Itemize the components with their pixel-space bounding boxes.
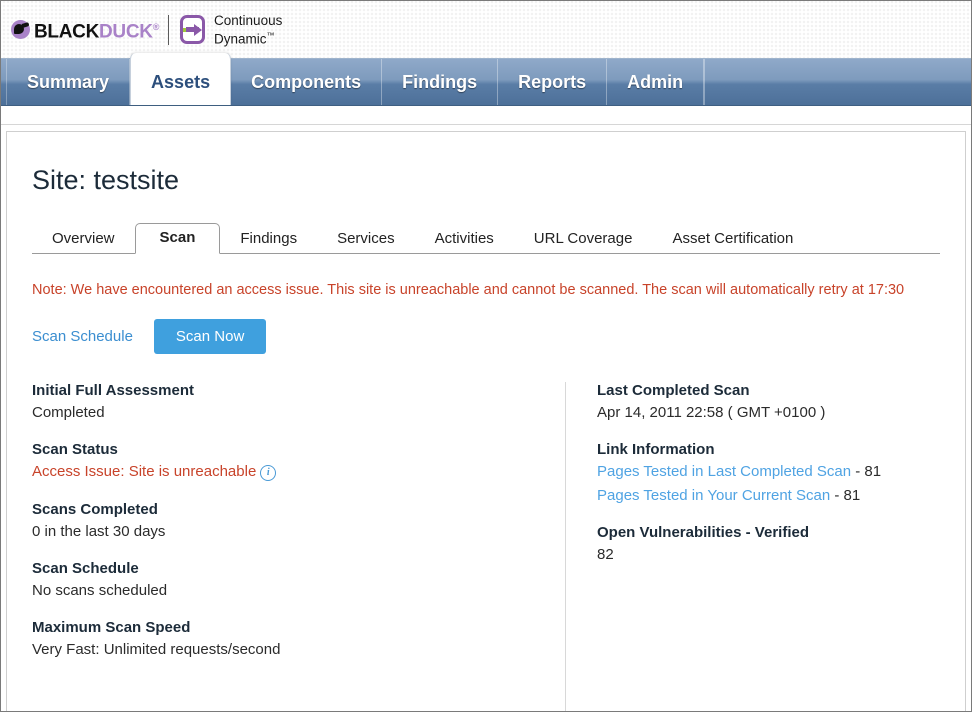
field-scan-schedule: Scan Schedule No scans scheduled — [32, 560, 565, 599]
scan-status-label: Scan Status — [32, 441, 118, 458]
link-information-label: Link Information — [597, 441, 715, 458]
blackduck-duck-icon — [11, 20, 30, 39]
pages-tested-current-scan-count: - 81 — [834, 487, 861, 504]
pages-tested-current-scan-link[interactable]: Pages Tested in Your Current Scan — [597, 487, 830, 504]
subtab-activities[interactable]: Activities — [415, 225, 514, 254]
subtab-asset-certification[interactable]: Asset Certification — [652, 225, 813, 254]
initial-full-assessment-label: Initial Full Assessment — [32, 382, 194, 399]
product-name-line2-wrap: Dynamic™ — [214, 28, 282, 47]
brand-logo[interactable]: BLACKDUCK® Continuous Dynamic™ — [11, 13, 282, 47]
access-issue-note: Note: We have encountered an access issu… — [32, 282, 905, 298]
subtab-scan[interactable]: Scan — [134, 223, 221, 254]
page-title: Site: testsite — [32, 165, 180, 195]
subtab-services[interactable]: Services — [317, 225, 415, 254]
scan-schedule-value: No scans scheduled — [32, 582, 168, 599]
product-name: Continuous Dynamic™ — [214, 13, 282, 47]
product-name-line2: Dynamic — [214, 31, 267, 47]
maximum-scan-speed-value: Very Fast: Unlimited requests/second — [32, 641, 281, 658]
blackduck-wordmark: BLACKDUCK® — [34, 18, 159, 41]
pages-tested-last-completed-scan-link[interactable]: Pages Tested in Last Completed Scan — [597, 463, 851, 480]
scans-completed-value: 0 in the last 30 days — [32, 523, 166, 540]
wordmark-black: BLACK — [34, 21, 99, 43]
last-completed-scan-label: Last Completed Scan — [597, 382, 750, 399]
field-scan-status: Scan Status Access Issue: Site is unreac… — [32, 441, 565, 481]
open-vulnerabilities-value: 82 — [597, 546, 614, 563]
wordmark-duck: DUCK — [99, 21, 153, 43]
scan-schedule-label: Scan Schedule — [32, 560, 139, 577]
application-window: BLACKDUCK® Continuous Dynamic™ Summary A… — [0, 0, 972, 712]
details-columns: Initial Full Assessment Completed Scan S… — [7, 382, 965, 711]
subtab-findings[interactable]: Findings — [220, 225, 317, 254]
nav-tab-admin[interactable]: Admin — [607, 59, 705, 105]
brand-header: BLACKDUCK® Continuous Dynamic™ — [1, 1, 971, 58]
left-details-column: Initial Full Assessment Completed Scan S… — [7, 382, 565, 711]
nav-tab-reports[interactable]: Reports — [498, 59, 608, 105]
trademark-mark: ™ — [266, 30, 275, 40]
nav-tab-assets[interactable]: Assets — [130, 53, 232, 105]
nav-tab-components[interactable]: Components — [231, 59, 383, 105]
product-name-line1: Continuous — [214, 12, 283, 28]
registered-mark: ® — [152, 21, 160, 32]
maximum-scan-speed-label: Maximum Scan Speed — [32, 619, 191, 636]
field-maximum-scan-speed: Maximum Scan Speed Very Fast: Unlimited … — [32, 619, 565, 658]
field-open-vulnerabilities: Open Vulnerabilities - Verified 82 — [597, 524, 965, 563]
subtab-overview[interactable]: Overview — [32, 225, 135, 254]
info-icon[interactable]: i — [260, 465, 277, 481]
scan-status-value-wrap: Access Issue: Site is unreachable i — [32, 463, 565, 481]
nav-tab-summary[interactable]: Summary — [6, 59, 131, 105]
action-row: Scan Schedule Scan Now — [32, 319, 965, 354]
right-details-column: Last Completed Scan Apr 14, 2011 22:58 (… — [566, 382, 965, 711]
main-navigation: Summary Assets Components Findings Repor… — [1, 53, 971, 106]
nav-underline — [1, 106, 971, 125]
sub-tab-bar: Overview Scan Findings Services Activiti… — [32, 222, 965, 254]
last-completed-scan-value: Apr 14, 2011 22:58 ( GMT +0100 ) — [597, 404, 826, 421]
pages-tested-last-completed-scan-count: - 81 — [855, 463, 882, 480]
link-row-current-scan: Pages Tested in Your Current Scan - 81 — [597, 487, 965, 504]
scan-status-value: Access Issue: Site is unreachable — [32, 463, 257, 480]
field-initial-full-assessment: Initial Full Assessment Completed — [32, 382, 565, 421]
scan-now-button[interactable]: Scan Now — [153, 319, 267, 354]
open-vulnerabilities-label: Open Vulnerabilities - Verified — [597, 524, 809, 541]
scan-schedule-link[interactable]: Scan Schedule — [32, 328, 133, 345]
nav-tab-findings[interactable]: Findings — [382, 59, 499, 105]
field-link-information: Link Information Pages Tested in Last Co… — [597, 441, 965, 504]
subtab-url-coverage[interactable]: URL Coverage — [514, 225, 653, 254]
field-last-completed-scan: Last Completed Scan Apr 14, 2011 22:58 (… — [597, 382, 965, 421]
continuous-dynamic-arrow-icon — [180, 15, 206, 44]
initial-full-assessment-value: Completed — [32, 404, 105, 421]
scans-completed-label: Scans Completed — [32, 501, 158, 518]
content-panel: Site: testsite Overview Scan Findings Se… — [6, 131, 966, 711]
brand-divider — [168, 14, 170, 45]
field-scans-completed: Scans Completed 0 in the last 30 days — [32, 501, 565, 540]
nav-empty-space — [704, 59, 971, 105]
link-row-last-completed-scan: Pages Tested in Last Completed Scan - 81 — [597, 463, 965, 480]
